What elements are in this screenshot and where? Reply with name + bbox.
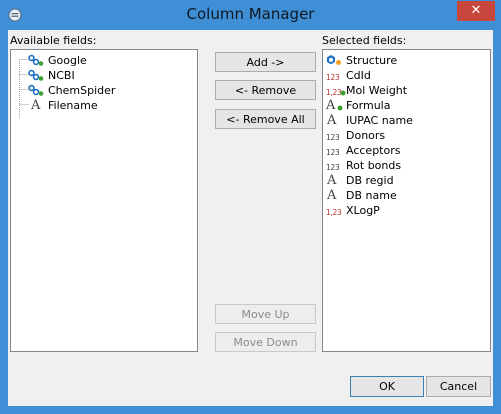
dialog-body: Available fields: Selected fields: Googl… (8, 30, 493, 406)
selected-item-label: CdId (346, 69, 371, 82)
remove-all-button[interactable]: <- Remove All (215, 109, 316, 129)
titlebar[interactable]: Column Manager ✕ (0, 0, 501, 30)
available-item-label: ChemSpider (48, 84, 116, 97)
close-button[interactable]: ✕ (457, 1, 495, 21)
integer-icon: 123 (326, 133, 340, 142)
available-item-label: Google (48, 54, 87, 67)
decimal-icon: 1,23 (326, 208, 342, 217)
window-frame: Column Manager ✕ Available fields: Selec… (0, 0, 501, 414)
selected-item-label: Mol Weight (346, 84, 408, 97)
selected-item-label: Donors (346, 129, 386, 142)
window-title: Column Manager (186, 5, 315, 23)
move-down-button[interactable]: Move Down (215, 332, 316, 352)
selected-item-label: Structure (346, 54, 398, 67)
selected-item-label: DB name (346, 189, 397, 202)
available-item-label: NCBI (48, 69, 75, 82)
cancel-button[interactable]: Cancel (426, 376, 491, 397)
text-field-icon: A (327, 188, 337, 203)
ok-button[interactable]: OK (350, 376, 424, 397)
selected-fields-list[interactable]: Structure 123 CdId 1,23 Mol Weight A For… (322, 49, 491, 352)
remove-button[interactable]: <- Remove (215, 80, 316, 100)
available-item-label: Filename (48, 99, 98, 112)
selected-item-label: Acceptors (346, 144, 401, 157)
move-up-button[interactable]: Move Up (215, 304, 316, 324)
selected-item-label: IUPAC name (346, 114, 413, 127)
link-icon (28, 54, 44, 66)
link-icon (28, 69, 44, 81)
close-icon: ✕ (470, 3, 482, 18)
integer-icon: 123 (326, 148, 340, 157)
selected-item-label: XLogP (346, 204, 380, 217)
link-icon (28, 84, 44, 96)
available-fields-label: Available fields: (10, 34, 97, 47)
text-field-icon: A (327, 113, 337, 128)
integer-icon: 123 (326, 163, 340, 172)
available-fields-tree[interactable]: Google NCBI ChemSpider A Filename (10, 49, 198, 352)
selected-item-label: Rot bonds (346, 159, 402, 172)
text-field-icon: A (31, 98, 41, 113)
add-button[interactable]: Add -> (215, 52, 316, 72)
selected-item-label: DB regid (346, 174, 394, 187)
text-field-icon: A (327, 173, 337, 188)
integer-icon: 123 (326, 73, 340, 82)
calculated-dot-icon (337, 105, 343, 111)
selected-item-label: Formula (346, 99, 391, 112)
structure-icon (327, 55, 341, 65)
selected-fields-label: Selected fields: (322, 34, 407, 47)
